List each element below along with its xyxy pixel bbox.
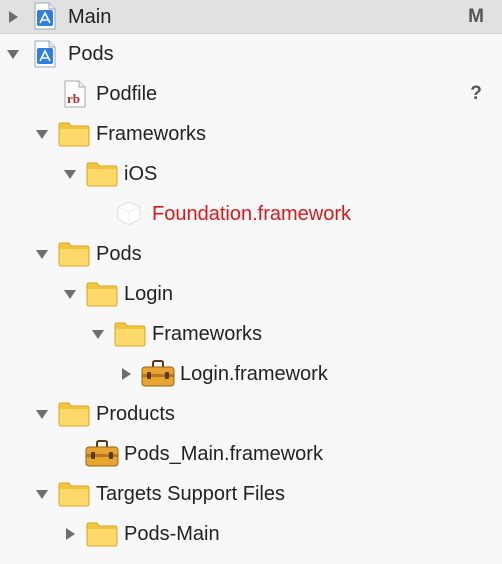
disclosure-expanded-icon[interactable]: [61, 165, 79, 183]
nav-row-label: Products: [96, 403, 175, 425]
nav-row-label: iOS: [124, 163, 158, 185]
nav-row-main-project[interactable]: Main M: [0, 0, 502, 34]
disclosure-expanded-icon[interactable]: [4, 45, 22, 63]
framework-missing-icon: [114, 200, 144, 228]
xcode-project-icon: [30, 1, 60, 30]
disclosure-expanded-icon[interactable]: [33, 485, 51, 503]
nav-row-label: Foundation.framework: [152, 203, 351, 225]
disclosure-collapsed-icon[interactable]: [117, 365, 135, 383]
folder-icon: [86, 161, 118, 189]
nav-row-label: Main: [68, 5, 112, 28]
nav-row-label: Podfile: [96, 83, 158, 105]
nav-row-login-framework[interactable]: Login.framework: [0, 354, 502, 394]
nav-row-label: Pods_Main.framework: [124, 443, 323, 465]
disclosure-collapsed-icon[interactable]: [61, 525, 79, 543]
nav-row-ios-group[interactable]: iOS: [0, 154, 502, 194]
disclosure-expanded-icon[interactable]: [33, 125, 51, 143]
folder-icon: [58, 481, 90, 509]
disclosure-collapsed-icon[interactable]: [4, 8, 22, 26]
disclosure-expanded-icon[interactable]: [61, 285, 79, 303]
disclosure-expanded-icon[interactable]: [33, 245, 51, 263]
ruby-file-icon: rb: [60, 79, 90, 108]
nav-row-label: Login: [124, 283, 173, 305]
folder-icon: [58, 121, 90, 149]
nav-row-pods-project[interactable]: Pods: [0, 34, 502, 74]
disclosure-expanded-icon[interactable]: [33, 405, 51, 423]
scm-badge: ?: [470, 83, 482, 104]
folder-icon: [86, 281, 118, 309]
nav-row-login-group[interactable]: Login: [0, 274, 502, 314]
nav-row-label: Frameworks: [96, 123, 207, 145]
toolbox-icon: [141, 360, 175, 388]
folder-icon: [114, 321, 146, 349]
folder-icon: [86, 521, 118, 549]
nav-row-pods-main-framework[interactable]: Pods_Main.framework: [0, 434, 502, 474]
nav-row-podfile[interactable]: rb Podfile ?: [0, 74, 502, 114]
nav-row-products-group[interactable]: Products: [0, 394, 502, 434]
folder-icon: [58, 241, 90, 269]
nav-row-label: Pods: [96, 243, 142, 265]
nav-row-pods-group[interactable]: Pods: [0, 234, 502, 274]
nav-row-pods-main-group[interactable]: Pods-Main: [0, 514, 502, 554]
nav-row-login-frameworks-group[interactable]: Frameworks: [0, 314, 502, 354]
nav-row-label: Frameworks: [152, 323, 263, 345]
nav-row-frameworks-group[interactable]: Frameworks: [0, 114, 502, 154]
xcode-project-icon: [30, 39, 60, 68]
disclosure-expanded-icon[interactable]: [89, 325, 107, 343]
nav-row-targets-support-files-group[interactable]: Targets Support Files: [0, 474, 502, 514]
nav-row-label: Pods: [68, 43, 114, 65]
toolbox-icon: [85, 440, 119, 468]
nav-row-label: Login.framework: [180, 363, 328, 385]
nav-row-label: Pods-Main: [124, 523, 220, 545]
svg-text:rb: rb: [67, 91, 80, 106]
folder-icon: [58, 401, 90, 429]
nav-row-foundation-framework[interactable]: Foundation.framework: [0, 194, 502, 234]
nav-row-label: Targets Support Files: [96, 483, 285, 505]
scm-badge: M: [468, 5, 484, 27]
